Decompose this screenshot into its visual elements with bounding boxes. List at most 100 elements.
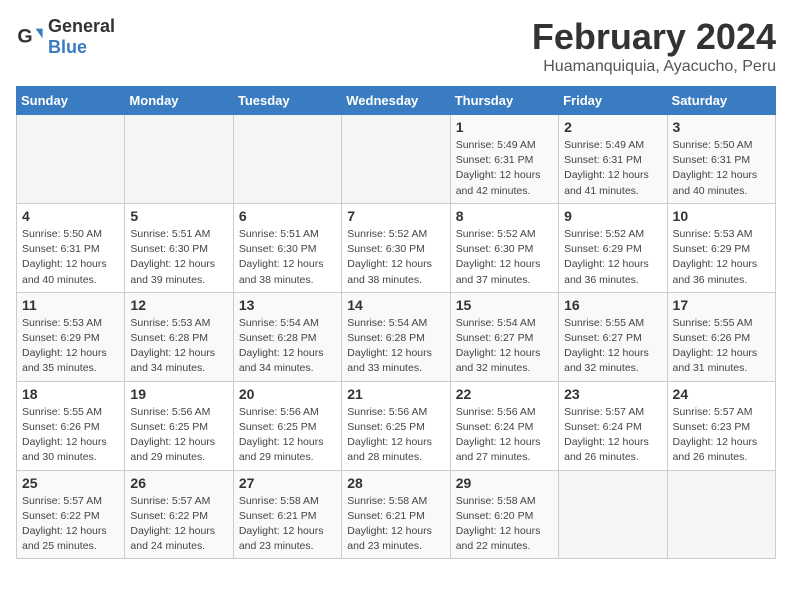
- day-info: Sunrise: 5:55 AMSunset: 6:26 PMDaylight:…: [673, 316, 770, 377]
- day-info: Sunrise: 5:54 AMSunset: 6:27 PMDaylight:…: [456, 316, 553, 377]
- day-number: 7: [347, 208, 444, 224]
- day-info: Sunrise: 5:57 AMSunset: 6:24 PMDaylight:…: [564, 405, 661, 466]
- calendar-cell: [17, 115, 125, 204]
- day-info: Sunrise: 5:58 AMSunset: 6:21 PMDaylight:…: [239, 494, 336, 555]
- day-info: Sunrise: 5:53 AMSunset: 6:29 PMDaylight:…: [673, 227, 770, 288]
- calendar-cell: 9 Sunrise: 5:52 AMSunset: 6:29 PMDaylight…: [559, 203, 667, 292]
- day-number: 5: [130, 208, 227, 224]
- calendar-cell: 25 Sunrise: 5:57 AMSunset: 6:22 PMDayligh…: [17, 470, 125, 559]
- calendar-cell: 21 Sunrise: 5:56 AMSunset: 6:25 PMDayligh…: [342, 381, 450, 470]
- day-number: 11: [22, 297, 119, 313]
- day-number: 28: [347, 475, 444, 491]
- day-number: 23: [564, 386, 661, 402]
- calendar-table: SundayMondayTuesdayWednesdayThursdayFrid…: [16, 86, 776, 559]
- day-number: 21: [347, 386, 444, 402]
- calendar-cell: 10 Sunrise: 5:53 AMSunset: 6:29 PMDayligh…: [667, 203, 775, 292]
- calendar-cell: 8Sunrise: 5:52 AMSunset: 6:30 PMDaylight…: [450, 203, 558, 292]
- day-number: 12: [130, 297, 227, 313]
- day-number: 10: [673, 208, 770, 224]
- day-info: Sunrise: 5:50 AMSunset: 6:31 PMDaylight:…: [22, 227, 119, 288]
- weekday-header: Saturday: [667, 87, 775, 115]
- calendar-cell: 11 Sunrise: 5:53 AMSunset: 6:29 PMDayligh…: [17, 292, 125, 381]
- day-number: 16: [564, 297, 661, 313]
- calendar-cell: 24Sunrise: 5:57 AMSunset: 6:23 PMDayligh…: [667, 381, 775, 470]
- calendar-cell: [125, 115, 233, 204]
- day-number: 25: [22, 475, 119, 491]
- day-number: 9: [564, 208, 661, 224]
- calendar-cell: 19Sunrise: 5:56 AMSunset: 6:25 PMDayligh…: [125, 381, 233, 470]
- calendar-cell: [233, 115, 341, 204]
- day-info: Sunrise: 5:55 AMSunset: 6:27 PMDaylight:…: [564, 316, 661, 377]
- day-number: 6: [239, 208, 336, 224]
- calendar-week-row: 1 Sunrise: 5:49 AMSunset: 6:31 PMDaylight…: [17, 115, 776, 204]
- calendar-cell: 16 Sunrise: 5:55 AMSunset: 6:27 PMDayligh…: [559, 292, 667, 381]
- calendar-title: February 2024: [532, 16, 776, 58]
- day-info: Sunrise: 5:54 AMSunset: 6:28 PMDaylight:…: [239, 316, 336, 377]
- calendar-week-row: 18 Sunrise: 5:55 AMSunset: 6:26 PMDayligh…: [17, 381, 776, 470]
- calendar-cell: 5 Sunrise: 5:51 AMSunset: 6:30 PMDaylight…: [125, 203, 233, 292]
- day-info: Sunrise: 5:56 AMSunset: 6:25 PMDaylight:…: [239, 405, 336, 466]
- weekday-header: Sunday: [17, 87, 125, 115]
- day-number: 18: [22, 386, 119, 402]
- day-info: Sunrise: 5:58 AMSunset: 6:20 PMDaylight:…: [456, 494, 553, 555]
- calendar-cell: 23 Sunrise: 5:57 AMSunset: 6:24 PMDayligh…: [559, 381, 667, 470]
- calendar-cell: 18 Sunrise: 5:55 AMSunset: 6:26 PMDayligh…: [17, 381, 125, 470]
- day-number: 24: [673, 386, 770, 402]
- logo: G General Blue: [16, 16, 115, 58]
- day-info: Sunrise: 5:56 AMSunset: 6:25 PMDaylight:…: [130, 405, 227, 466]
- calendar-cell: [342, 115, 450, 204]
- day-info: Sunrise: 5:50 AMSunset: 6:31 PMDaylight:…: [673, 138, 770, 199]
- day-info: Sunrise: 5:54 AMSunset: 6:28 PMDaylight:…: [347, 316, 444, 377]
- day-info: Sunrise: 5:57 AMSunset: 6:22 PMDaylight:…: [22, 494, 119, 555]
- day-info: Sunrise: 5:55 AMSunset: 6:26 PMDaylight:…: [22, 405, 119, 466]
- page-header: G General Blue February 2024 Huamanquiqu…: [16, 16, 776, 76]
- calendar-cell: 12 Sunrise: 5:53 AMSunset: 6:28 PMDayligh…: [125, 292, 233, 381]
- calendar-week-row: 11 Sunrise: 5:53 AMSunset: 6:29 PMDayligh…: [17, 292, 776, 381]
- title-block: February 2024 Huamanquiquia, Ayacucho, P…: [532, 16, 776, 76]
- day-info: Sunrise: 5:49 AMSunset: 6:31 PMDaylight:…: [564, 138, 661, 199]
- logo-general-text: General: [48, 16, 115, 36]
- calendar-cell: 15 Sunrise: 5:54 AMSunset: 6:27 PMDayligh…: [450, 292, 558, 381]
- day-info: Sunrise: 5:52 AMSunset: 6:30 PMDaylight:…: [456, 227, 553, 288]
- day-number: 17: [673, 297, 770, 313]
- weekday-header: Monday: [125, 87, 233, 115]
- logo-blue-text: Blue: [48, 37, 87, 57]
- day-number: 29: [456, 475, 553, 491]
- day-info: Sunrise: 5:58 AMSunset: 6:21 PMDaylight:…: [347, 494, 444, 555]
- calendar-cell: 7 Sunrise: 5:52 AMSunset: 6:30 PMDaylight…: [342, 203, 450, 292]
- calendar-cell: 2 Sunrise: 5:49 AMSunset: 6:31 PMDaylight…: [559, 115, 667, 204]
- weekday-header: Thursday: [450, 87, 558, 115]
- calendar-cell: 3 Sunrise: 5:50 AMSunset: 6:31 PMDaylight…: [667, 115, 775, 204]
- weekday-header: Tuesday: [233, 87, 341, 115]
- day-number: 15: [456, 297, 553, 313]
- calendar-cell: 17 Sunrise: 5:55 AMSunset: 6:26 PMDayligh…: [667, 292, 775, 381]
- day-info: Sunrise: 5:52 AMSunset: 6:29 PMDaylight:…: [564, 227, 661, 288]
- day-number: 26: [130, 475, 227, 491]
- day-info: Sunrise: 5:51 AMSunset: 6:30 PMDaylight:…: [239, 227, 336, 288]
- day-number: 4: [22, 208, 119, 224]
- day-info: Sunrise: 5:52 AMSunset: 6:30 PMDaylight:…: [347, 227, 444, 288]
- weekday-header: Wednesday: [342, 87, 450, 115]
- day-number: 3: [673, 119, 770, 135]
- calendar-cell: 13Sunrise: 5:54 AMSunset: 6:28 PMDayligh…: [233, 292, 341, 381]
- day-info: Sunrise: 5:53 AMSunset: 6:29 PMDaylight:…: [22, 316, 119, 377]
- calendar-cell: 20 Sunrise: 5:56 AMSunset: 6:25 PMDayligh…: [233, 381, 341, 470]
- calendar-cell: 14 Sunrise: 5:54 AMSunset: 6:28 PMDayligh…: [342, 292, 450, 381]
- day-number: 14: [347, 297, 444, 313]
- day-info: Sunrise: 5:56 AMSunset: 6:25 PMDaylight:…: [347, 405, 444, 466]
- calendar-cell: 4 Sunrise: 5:50 AMSunset: 6:31 PMDaylight…: [17, 203, 125, 292]
- day-number: 1: [456, 119, 553, 135]
- calendar-cell: 1 Sunrise: 5:49 AMSunset: 6:31 PMDaylight…: [450, 115, 558, 204]
- calendar-cell: [559, 470, 667, 559]
- day-info: Sunrise: 5:53 AMSunset: 6:28 PMDaylight:…: [130, 316, 227, 377]
- day-info: Sunrise: 5:51 AMSunset: 6:30 PMDaylight:…: [130, 227, 227, 288]
- calendar-header: SundayMondayTuesdayWednesdayThursdayFrid…: [17, 87, 776, 115]
- calendar-cell: 6 Sunrise: 5:51 AMSunset: 6:30 PMDaylight…: [233, 203, 341, 292]
- day-number: 20: [239, 386, 336, 402]
- calendar-cell: 28 Sunrise: 5:58 AMSunset: 6:21 PMDayligh…: [342, 470, 450, 559]
- day-info: Sunrise: 5:49 AMSunset: 6:31 PMDaylight:…: [456, 138, 553, 199]
- day-number: 2: [564, 119, 661, 135]
- svg-text:G: G: [17, 26, 32, 48]
- calendar-cell: 29 Sunrise: 5:58 AMSunset: 6:20 PMDayligh…: [450, 470, 558, 559]
- weekday-header: Friday: [559, 87, 667, 115]
